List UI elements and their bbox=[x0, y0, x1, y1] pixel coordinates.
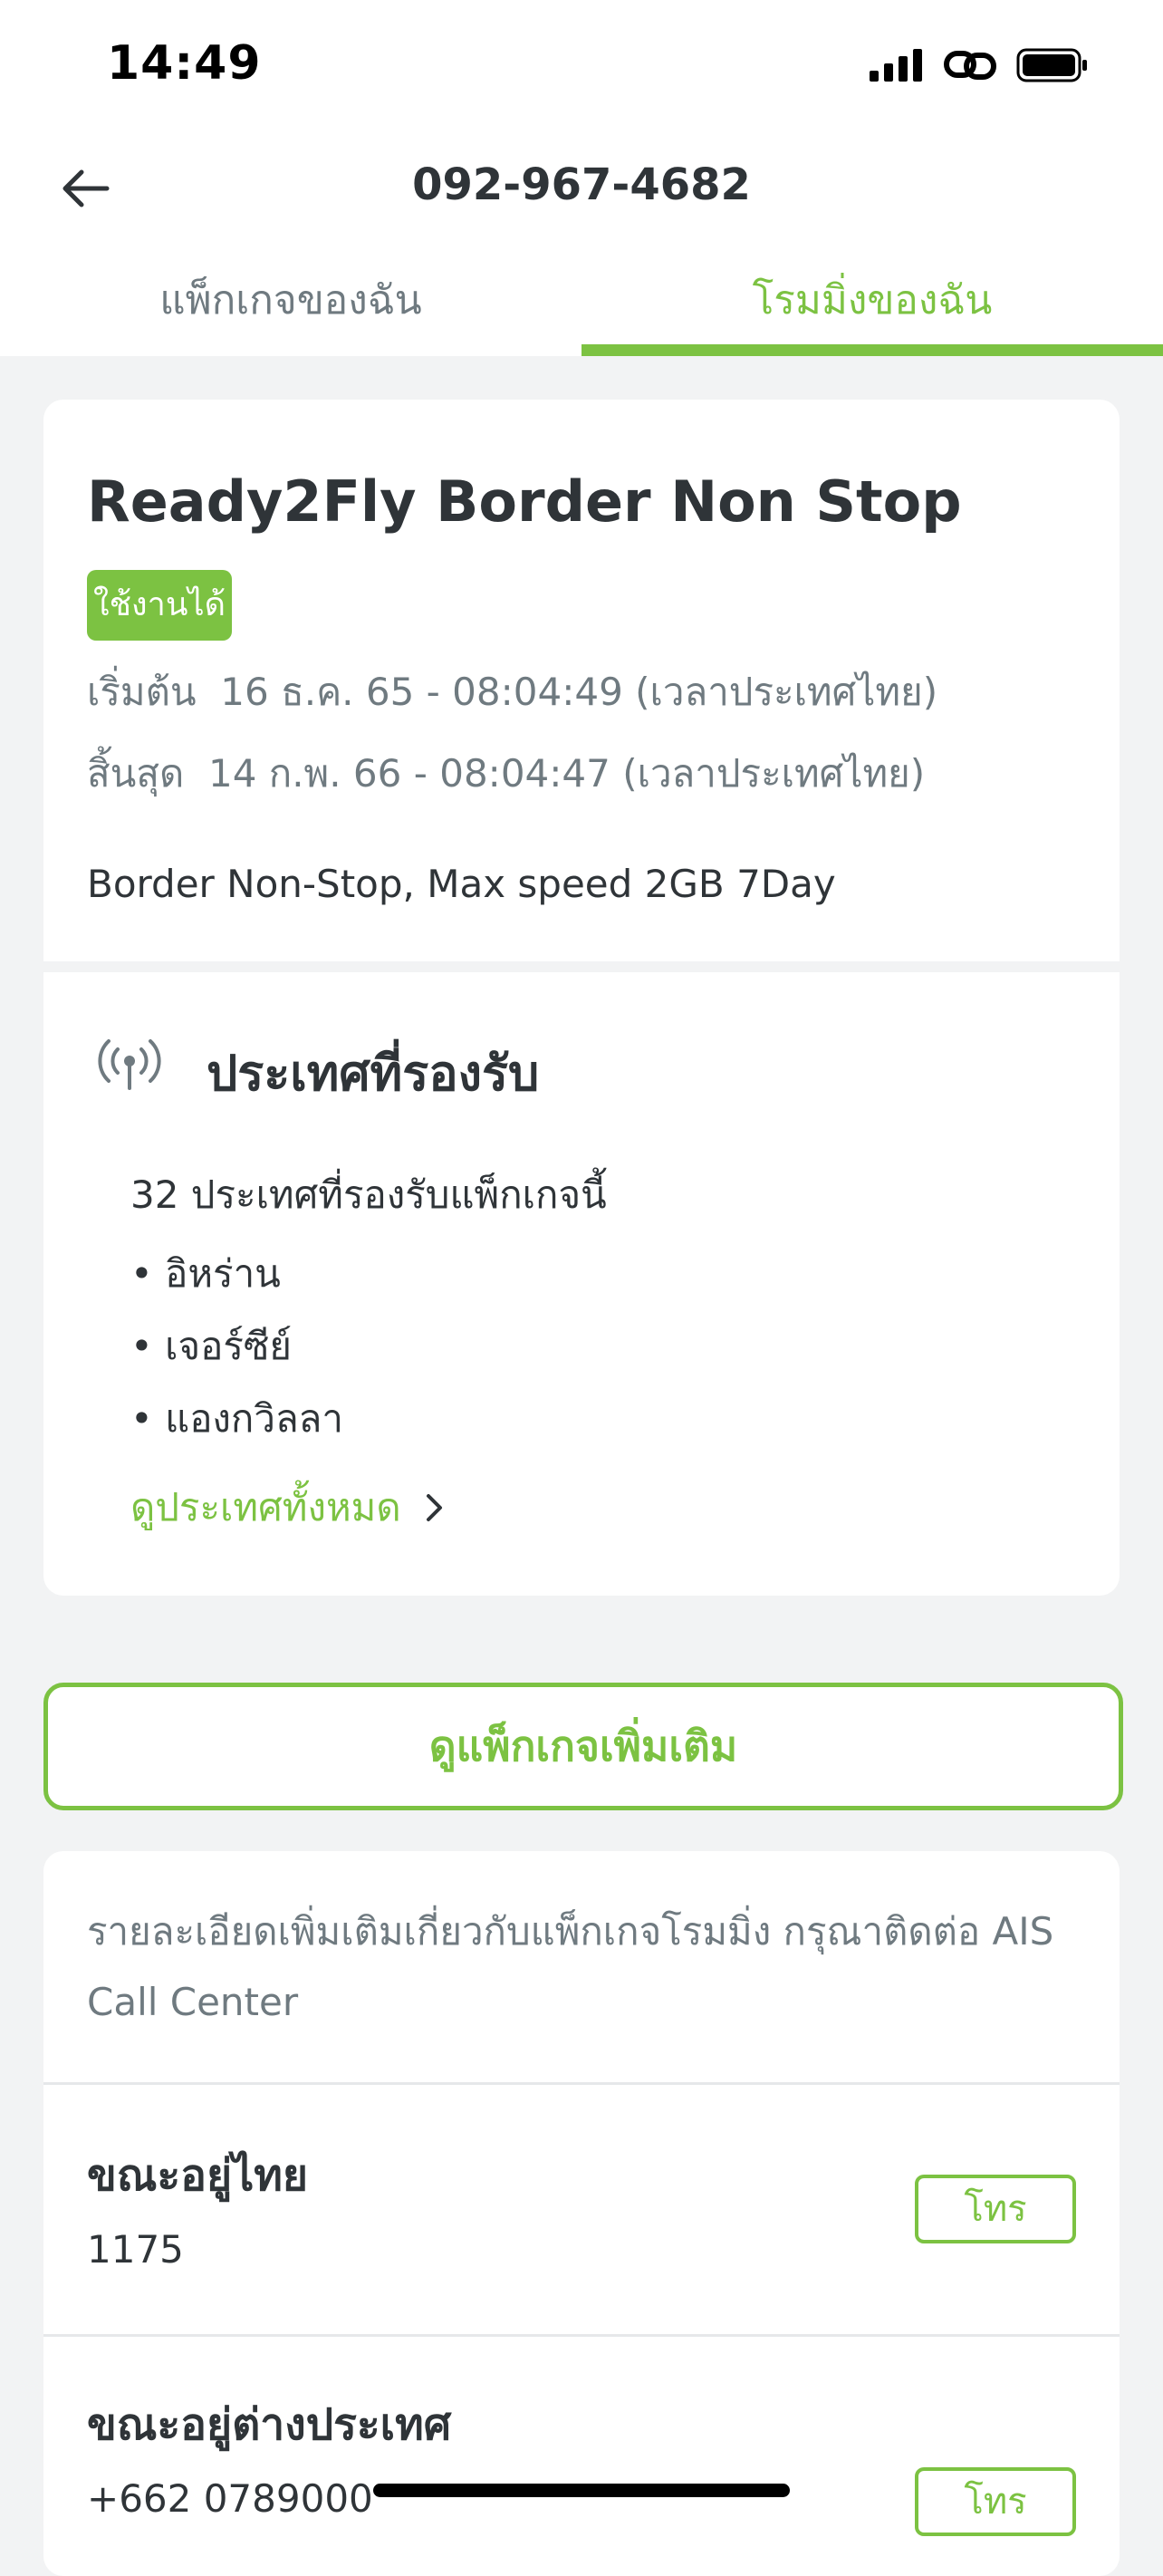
contact-card: รายละเอียดเพิ่มเติมเกี่ยวกับแพ็กเกจโรมมิ… bbox=[43, 1851, 1120, 2576]
battery-icon bbox=[1016, 48, 1087, 82]
list-item: • อิหร่าน bbox=[130, 1251, 281, 1296]
cellular-signal-icon bbox=[870, 49, 922, 82]
country-list: • อิหร่าน • เจอร์ซีย์ • แองกวิลลา bbox=[130, 1238, 343, 1455]
end-date: สิ้นสุด 14 ก.พ. 66 - 08:04:47 (เวลาประเท… bbox=[87, 744, 925, 804]
nav-bar: 092-967-4682 bbox=[0, 132, 1163, 241]
call-button-thailand[interactable]: โทร bbox=[915, 2175, 1076, 2243]
tab-bar: แพ็กเกจของฉัน โรมมิ่งของฉัน bbox=[0, 257, 1163, 356]
home-indicator bbox=[373, 2484, 790, 2497]
contact-info-text: รายละเอียดเพิ่มเติมเกี่ยวกับแพ็กเกจโรมมิ… bbox=[87, 1909, 1054, 2024]
status-time: 14:49 bbox=[107, 36, 262, 91]
active-tab-indicator bbox=[582, 344, 1163, 356]
contact-label-thailand: ขณะอยู่ไทย bbox=[87, 2150, 308, 2201]
chevron-right-icon bbox=[426, 1494, 442, 1521]
see-all-countries-label: ดูประเทศทั้งหมด bbox=[130, 1485, 401, 1529]
end-date-value: 14 ก.พ. 66 - 08:04:47 (เวลาประเทศไทย) bbox=[207, 751, 926, 796]
see-all-countries-link[interactable]: ดูประเทศทั้งหมด bbox=[130, 1478, 445, 1538]
status-badge: ใช้งานได้ bbox=[87, 570, 232, 641]
supported-countries-title: ประเทศที่รองรับ bbox=[207, 1045, 540, 1102]
start-date-label: เริ่มต้น bbox=[87, 670, 197, 714]
start-date: เริ่มต้น 16 ธ.ค. 65 - 08:04:49 (เวลาประเ… bbox=[87, 662, 937, 722]
tab-my-roaming[interactable]: โรมมิ่งของฉัน bbox=[582, 257, 1163, 356]
top-header-area: 14:49 092-967-4682 แพ็กเกจของฉัน โรมมิ่ง… bbox=[0, 0, 1163, 356]
supported-countries-count: 32 ประเทศที่รองรับแพ็กเกจนี้ bbox=[130, 1172, 607, 1217]
row-divider bbox=[43, 2334, 1120, 2337]
start-date-value: 16 ธ.ค. 65 - 08:04:49 (เวลาประเทศไทย) bbox=[220, 670, 938, 714]
end-date-label: สิ้นสุด bbox=[87, 751, 185, 796]
call-button-abroad[interactable]: โทร bbox=[915, 2467, 1076, 2536]
contact-label-abroad: ขณะอยู่ต่างประเทศ bbox=[87, 2399, 452, 2450]
more-packages-button[interactable]: ดูแพ็กเกจเพิ่มเติม bbox=[43, 1683, 1123, 1810]
contact-number-abroad: +662 0789000 bbox=[87, 2476, 373, 2521]
package-card: Ready2Fly Border Non Stop ใช้งานได้ เริ่… bbox=[43, 400, 1120, 1596]
personal-hotspot-icon bbox=[944, 51, 996, 80]
status-icons bbox=[870, 42, 1089, 89]
page-title: 092-967-4682 bbox=[412, 159, 751, 210]
list-item: • แองกวิลลา bbox=[130, 1396, 343, 1441]
section-divider bbox=[43, 961, 1120, 972]
status-bar: 14:49 bbox=[0, 0, 1163, 132]
row-divider bbox=[43, 2082, 1120, 2085]
contact-number-thailand: 1175 bbox=[87, 2227, 184, 2272]
package-description: Border Non-Stop, Max speed 2GB 7Day bbox=[87, 862, 836, 906]
package-name: Ready2Fly Border Non Stop bbox=[87, 468, 962, 535]
signal-broadcast-icon bbox=[98, 1039, 161, 1090]
tab-my-packages[interactable]: แพ็กเกจของฉัน bbox=[0, 257, 582, 356]
list-item: • เจอร์ซีย์ bbox=[130, 1324, 292, 1368]
